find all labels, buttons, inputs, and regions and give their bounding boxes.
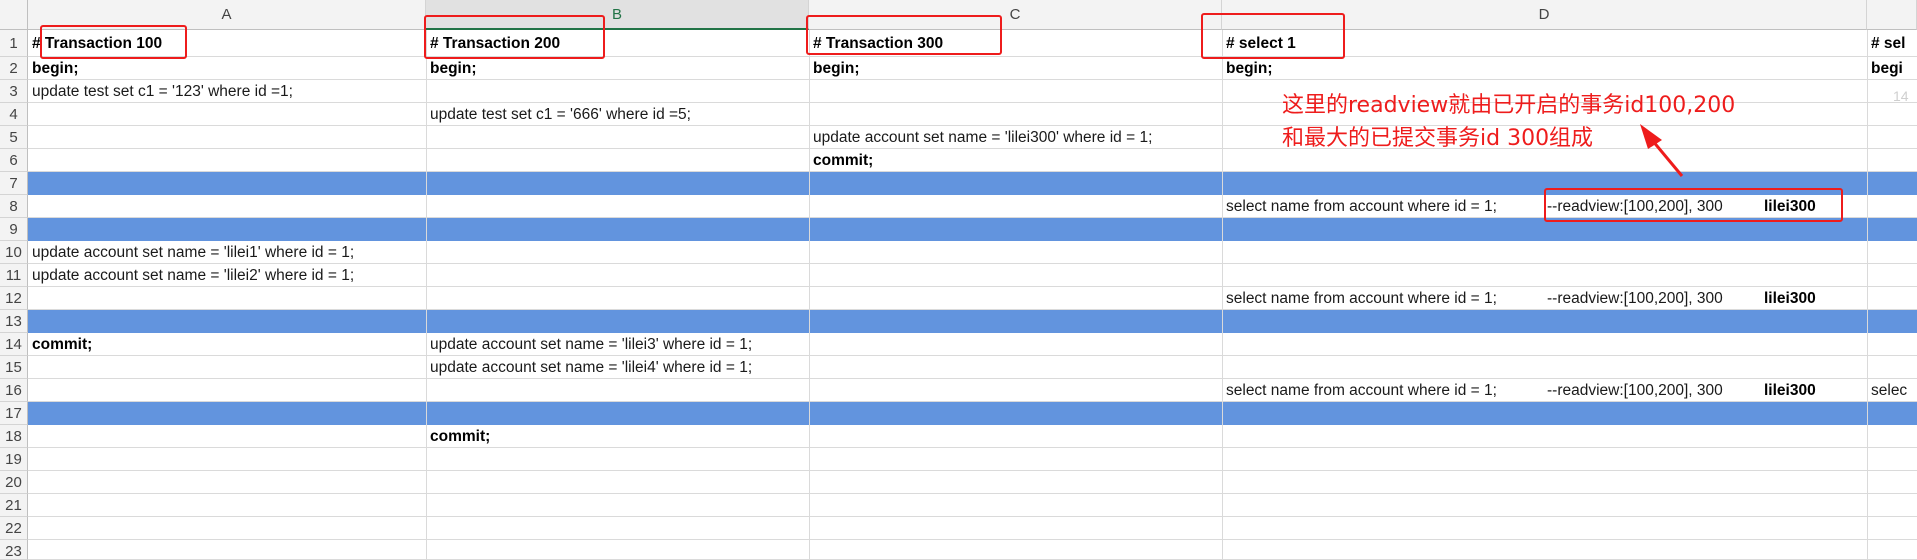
- spreadsheet-grid: A B C D 1 2 3 4 5 6 7 8 9 10 11 12 13 14…: [0, 0, 1917, 560]
- annotation-arrow-icon: [1640, 124, 1684, 177]
